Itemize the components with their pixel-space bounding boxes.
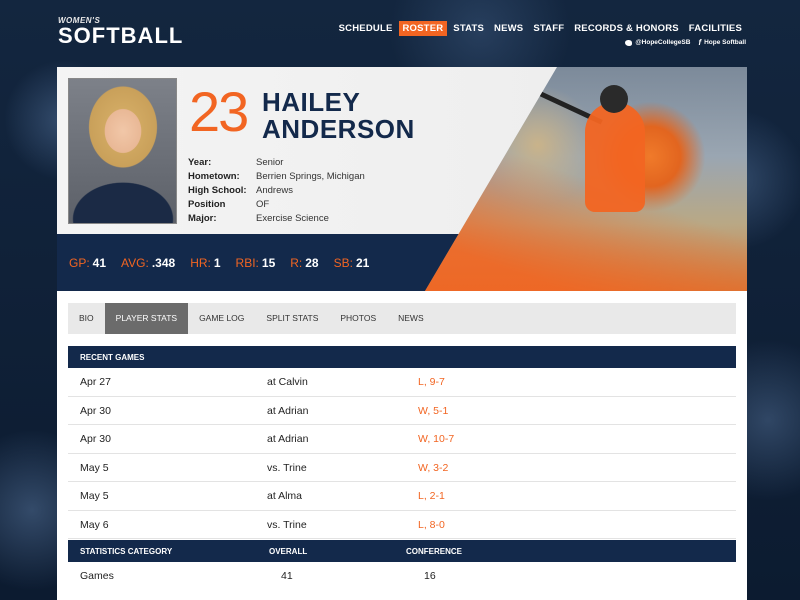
stats-row: Games 41 16 <box>68 562 736 589</box>
game-result: W, 10-7 <box>418 433 455 445</box>
player-info: Year: Senior Hometown: Berrien Springs, … <box>188 156 365 226</box>
info-value: OF <box>256 199 270 210</box>
nav-facilities[interactable]: FACILITIES <box>685 21 746 36</box>
tab-photos[interactable]: PHOTOS <box>329 303 387 334</box>
nav-schedule[interactable]: SCHEDULE <box>335 21 397 36</box>
info-value: Exercise Science <box>256 213 329 224</box>
twitter-icon <box>625 39 633 46</box>
facebook-icon: f <box>698 38 702 47</box>
site-logo[interactable]: WOMEN'S SOFTBALL <box>58 16 183 47</box>
game-row: May 5 at Alma L, 2-1 <box>68 482 736 511</box>
game-date: May 5 <box>80 490 109 502</box>
tab-news[interactable]: NEWS <box>387 303 435 334</box>
nav-roster[interactable]: ROSTER <box>398 21 448 36</box>
game-row: Apr 30 at Adrian W, 10-7 <box>68 425 736 454</box>
tab-split-stats[interactable]: SPLIT STATS <box>255 303 329 334</box>
info-label: Major: <box>188 213 217 224</box>
info-label: Position <box>188 199 226 210</box>
game-opponent: at Calvin <box>267 376 308 388</box>
game-opponent: at Adrian <box>267 404 309 417</box>
game-result: L, 9-7 <box>418 376 445 388</box>
statistics-list: Games 41 16 <box>68 562 736 589</box>
tab-game-log[interactable]: GAME LOG <box>188 303 255 334</box>
stat-r: R: 28 <box>290 256 319 270</box>
info-row: Position OF <box>188 198 365 212</box>
game-date: Apr 27 <box>80 376 111 388</box>
info-label: High School: <box>188 185 247 196</box>
nav-records-honors[interactable]: RECORDS & HONORS <box>570 21 683 36</box>
game-opponent: vs. Trine <box>267 518 307 531</box>
info-value: Senior <box>256 157 284 168</box>
stats-category: Games <box>80 570 114 582</box>
player-last-name: ANDERSON <box>262 114 415 144</box>
game-row: Apr 30 at Adrian W, 5-1 <box>68 397 736 425</box>
info-value: Berrien Springs, Michigan <box>256 171 365 182</box>
info-row: Hometown: Berrien Springs, Michigan <box>188 170 365 184</box>
social-links: @HopeCollegeSB f Hope Softball <box>625 38 746 47</box>
game-date: May 5 <box>80 461 109 474</box>
nav-stats[interactable]: STATS <box>449 21 488 36</box>
season-stats: GP: 41 AVG: .348 HR: 1 RBI: 15 R: 28 SB: 21 <box>69 256 384 270</box>
twitter-handle: @HopeCollegeSB <box>635 39 691 46</box>
tab-player-stats[interactable]: PLAYER STATS <box>104 303 189 334</box>
facebook-link[interactable]: f Hope Softball <box>698 38 746 47</box>
game-result: L, 8-0 <box>418 518 445 531</box>
info-row: Major: Exercise Science <box>188 212 365 226</box>
content-card: BIO PLAYER STATS GAME LOG SPLIT STATS PH… <box>57 291 747 600</box>
stat-hr: HR: 1 <box>190 256 221 270</box>
profile-tabs: BIO PLAYER STATS GAME LOG SPLIT STATS PH… <box>68 303 736 334</box>
nav-news[interactable]: NEWS <box>490 21 527 36</box>
player-first-name: HAILEY <box>262 87 361 117</box>
facebook-name: Hope Softball <box>704 39 746 46</box>
stats-col-category: STATISTICS CATEGORY <box>80 547 173 556</box>
stat-rbi: RBI: 15 <box>235 256 276 270</box>
game-result: W, 3-2 <box>418 461 449 474</box>
info-row: Year: Senior <box>188 156 365 170</box>
stats-col-conference: CONFERENCE <box>406 547 463 556</box>
game-date: May 6 <box>80 518 109 531</box>
game-opponent: vs. Trine <box>267 461 307 474</box>
recent-games-header: RECENT GAMES <box>68 346 736 368</box>
helmet-shape <box>600 85 628 113</box>
stat-sb: SB: 21 <box>333 256 370 270</box>
game-row: May 5 vs. Trine W, 3-2 <box>68 454 736 482</box>
stats-overall: 41 <box>281 570 293 582</box>
logo-title: SOFTBALL <box>58 23 184 48</box>
game-row: May 6 vs. Trine L, 8-0 <box>68 511 736 539</box>
info-row: High School: Andrews <box>188 184 365 198</box>
jersey-number: 23 <box>189 80 249 143</box>
game-row: Apr 27 at Calvin L, 9-7 <box>68 368 736 397</box>
stat-gp: GP: 41 <box>69 256 107 270</box>
info-value: Andrews <box>256 185 293 196</box>
stats-conference: 16 <box>424 570 436 582</box>
info-label: Hometown: <box>188 171 240 182</box>
main-nav: SCHEDULE ROSTER STATS NEWS STAFF RECORDS… <box>333 21 746 36</box>
game-result: W, 5-1 <box>418 404 449 417</box>
game-date: Apr 30 <box>80 433 111 445</box>
game-result: L, 2-1 <box>418 490 445 502</box>
recent-games-title: RECENT GAMES <box>80 353 145 362</box>
batter-shape <box>585 102 645 212</box>
stat-avg: AVG: .348 <box>121 256 176 270</box>
game-opponent: at Adrian <box>267 433 309 445</box>
game-opponent: at Alma <box>267 490 303 502</box>
twitter-link[interactable]: @HopeCollegeSB <box>625 38 690 47</box>
info-label: Year: <box>188 157 212 168</box>
stats-col-overall: OVERALL <box>269 547 308 556</box>
player-headshot <box>68 78 177 224</box>
game-date: Apr 30 <box>80 404 111 417</box>
nav-staff[interactable]: STAFF <box>529 21 568 36</box>
player-name: HAILEY ANDERSON <box>262 89 415 143</box>
recent-games-list: Apr 27 at Calvin L, 9-7 Apr 30 at Adrian… <box>68 368 736 539</box>
player-hero: 23 HAILEY ANDERSON Year: Senior Hometown… <box>57 67 747 291</box>
statistics-header: STATISTICS CATEGORY OVERALL CONFERENCE <box>68 540 736 562</box>
tab-bio[interactable]: BIO <box>68 303 105 334</box>
